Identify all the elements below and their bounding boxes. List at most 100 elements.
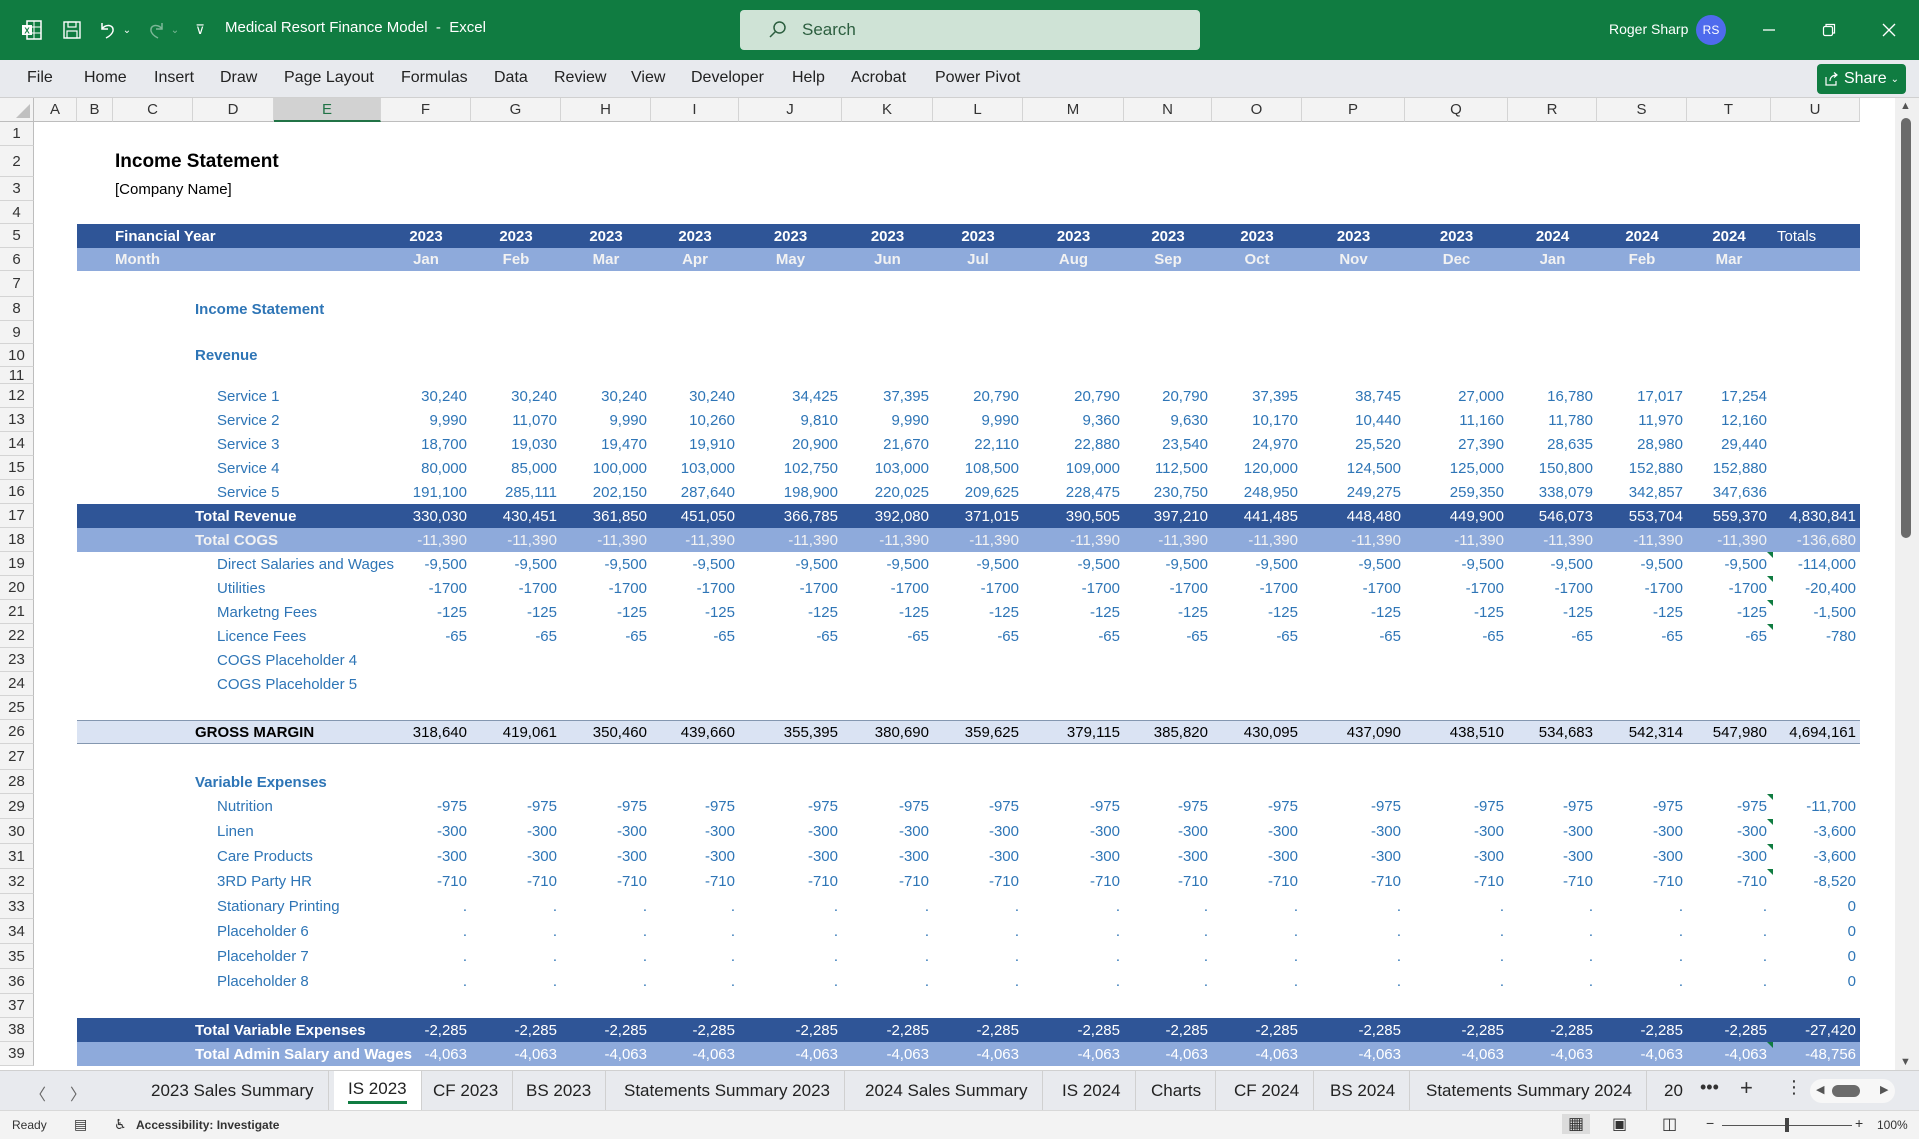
value-cell[interactable]: 11,780 <box>1508 408 1597 432</box>
value-cell[interactable]: 11,970 <box>1597 408 1687 432</box>
value-cell[interactable]: -710 <box>651 869 739 894</box>
column-header-h[interactable]: H <box>561 98 651 122</box>
value-cell[interactable]: -975 <box>1212 794 1302 819</box>
section-title[interactable]: Variable Expenses <box>193 770 471 794</box>
value-cell[interactable]: -300 <box>1687 819 1773 844</box>
value-cell[interactable]: -65 <box>1597 624 1687 648</box>
value-cell[interactable]: . <box>933 944 1023 969</box>
value-cell[interactable]: -4,063 <box>1023 1042 1124 1066</box>
financial-year-label[interactable]: Financial Year <box>113 224 381 248</box>
value-cell[interactable]: -2,285 <box>561 1018 651 1042</box>
value-cell[interactable]: 9,810 <box>739 408 842 432</box>
zoom-slider[interactable] <box>1722 1118 1852 1132</box>
value-cell[interactable]: -2,285 <box>1508 1018 1597 1042</box>
value-cell[interactable]: 120,000 <box>1212 456 1302 480</box>
month-cell[interactable]: Apr <box>651 248 739 271</box>
value-cell[interactable]: 24,970 <box>1212 432 1302 456</box>
row-header-3[interactable]: 3 <box>0 177 34 201</box>
sheet-tab-is-2024[interactable]: IS 2024 <box>1048 1071 1136 1111</box>
tab-options-icon[interactable]: ⋮ <box>1785 1077 1803 1098</box>
value-cell[interactable]: -710 <box>1212 869 1302 894</box>
column-header-f[interactable]: F <box>381 98 471 122</box>
sheet-tab-charts[interactable]: Charts <box>1137 1071 1217 1111</box>
value-cell[interactable]: -65 <box>1023 624 1124 648</box>
value-cell[interactable]: -9,500 <box>561 552 651 576</box>
total-cell[interactable]: -114,000 <box>1771 552 1860 576</box>
value-cell[interactable]: . <box>1023 969 1124 994</box>
value-cell[interactable]: 359,625 <box>933 721 1023 743</box>
column-header-b[interactable]: B <box>77 98 113 122</box>
value-cell[interactable] <box>739 648 842 672</box>
value-cell[interactable]: 9,990 <box>933 408 1023 432</box>
value-cell[interactable]: . <box>1023 944 1124 969</box>
value-cell[interactable]: . <box>1212 969 1302 994</box>
value-cell[interactable]: 28,980 <box>1597 432 1687 456</box>
row-header-8[interactable]: 8 <box>0 297 34 321</box>
value-cell[interactable]: . <box>381 944 471 969</box>
column-header-n[interactable]: N <box>1124 98 1212 122</box>
total-cell[interactable]: -48,756 <box>1771 1042 1860 1066</box>
value-cell[interactable]: -710 <box>739 869 842 894</box>
row-header-36[interactable]: 36 <box>0 969 34 994</box>
year-cell[interactable]: 2023 <box>1212 224 1302 248</box>
value-cell[interactable] <box>842 672 933 696</box>
row-header-18[interactable]: 18 <box>0 528 34 552</box>
zoom-out-icon[interactable]: − <box>1706 1115 1714 1131</box>
row-label[interactable]: Service 1 <box>193 384 381 408</box>
value-cell[interactable]: 9,360 <box>1023 408 1124 432</box>
zoom-level[interactable]: 100% <box>1877 1118 1908 1132</box>
row-header-9[interactable]: 9 <box>0 321 34 344</box>
scroll-thumb[interactable] <box>1901 118 1911 538</box>
total-cell[interactable]: -11,700 <box>1771 794 1860 819</box>
column-header-l[interactable]: L <box>933 98 1023 122</box>
value-cell[interactable]: -300 <box>561 844 651 869</box>
row-header-21[interactable]: 21 <box>0 600 34 624</box>
value-cell[interactable]: . <box>842 894 933 919</box>
column-header-s[interactable]: S <box>1597 98 1687 122</box>
value-cell[interactable]: -710 <box>561 869 651 894</box>
value-cell[interactable]: -9,500 <box>1023 552 1124 576</box>
value-cell[interactable] <box>933 672 1023 696</box>
value-cell[interactable]: -975 <box>1405 794 1508 819</box>
value-cell[interactable]: -9,500 <box>651 552 739 576</box>
value-cell[interactable]: . <box>651 894 739 919</box>
value-cell[interactable]: 10,440 <box>1302 408 1405 432</box>
value-cell[interactable]: 12,160 <box>1687 408 1771 432</box>
value-cell[interactable]: -125 <box>1687 600 1773 624</box>
hscroll-thumb[interactable] <box>1832 1085 1860 1097</box>
value-cell[interactable]: 150,800 <box>1508 456 1597 480</box>
row-header-37[interactable]: 37 <box>0 994 34 1018</box>
value-cell[interactable]: . <box>651 944 739 969</box>
value-cell[interactable]: -1700 <box>1023 576 1124 600</box>
total-cell[interactable]: -780 <box>1771 624 1860 648</box>
total-cell[interactable]: 4,830,841 <box>1771 504 1860 528</box>
value-cell[interactable]: -300 <box>651 819 739 844</box>
row-header-35[interactable]: 35 <box>0 944 34 969</box>
value-cell[interactable]: 330,030 <box>381 504 471 528</box>
scroll-left-icon[interactable]: ◀ <box>1816 1083 1824 1096</box>
row-header-33[interactable]: 33 <box>0 894 34 919</box>
year-cell[interactable]: 2023 <box>1124 224 1212 248</box>
value-cell[interactable]: 85,000 <box>471 456 561 480</box>
column-header-e[interactable]: E <box>274 98 381 122</box>
value-cell[interactable] <box>1405 672 1508 696</box>
month-cell[interactable]: Feb <box>471 248 561 271</box>
value-cell[interactable]: 124,500 <box>1302 456 1405 480</box>
value-cell[interactable]: -975 <box>1508 794 1597 819</box>
value-cell[interactable]: -710 <box>471 869 561 894</box>
value-cell[interactable]: -11,390 <box>1023 528 1124 552</box>
year-cell[interactable]: 2023 <box>651 224 739 248</box>
row-header-30[interactable]: 30 <box>0 819 34 844</box>
value-cell[interactable]: . <box>842 944 933 969</box>
value-cell[interactable]: -9,500 <box>1405 552 1508 576</box>
value-cell[interactable]: 534,683 <box>1508 721 1597 743</box>
vertical-scrollbar[interactable]: ▲ ▼ <box>1895 98 1919 1070</box>
value-cell[interactable]: -710 <box>1405 869 1508 894</box>
value-cell[interactable]: . <box>933 969 1023 994</box>
tab-data[interactable]: Data <box>494 69 528 87</box>
value-cell[interactable]: 397,210 <box>1124 504 1212 528</box>
value-cell[interactable]: 9,990 <box>561 408 651 432</box>
tab-page-layout[interactable]: Page Layout <box>284 69 374 87</box>
value-cell[interactable]: 355,395 <box>739 721 842 743</box>
row-header-17[interactable]: 17 <box>0 504 34 528</box>
